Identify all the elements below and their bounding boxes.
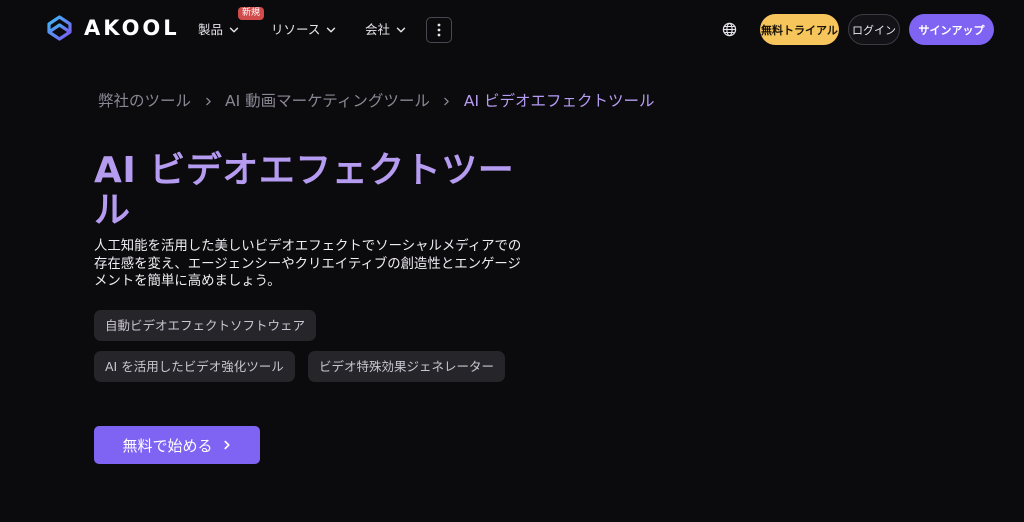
nav-item-label: 製品 xyxy=(198,22,224,37)
login-button[interactable]: ログイン xyxy=(848,14,900,45)
breadcrumb: 弊社のツール AI 動画マーケティングツール AI ビデオエフェクトツール xyxy=(98,90,655,112)
breadcrumb-separator xyxy=(191,97,225,106)
chevron-down-icon xyxy=(396,27,406,33)
akool-logo-icon xyxy=(47,15,72,41)
nav-item-resources[interactable]: リソース xyxy=(271,19,336,41)
brand-logo[interactable]: AKOOL xyxy=(44,15,180,41)
feature-tag: 自動ビデオエフェクトソフトウェア xyxy=(94,310,317,341)
nav-item-label: リソース xyxy=(271,22,321,37)
more-menu-button[interactable] xyxy=(426,17,452,43)
top-header: AKOOL 製品 リソース 会社 新規 無料トライアル ログイン サインアップ xyxy=(0,0,1024,58)
chevron-down-icon xyxy=(327,27,336,33)
start-free-label: 無料で始める xyxy=(122,436,213,455)
start-free-button[interactable]: 無料で始める xyxy=(94,426,260,464)
nav-item-products[interactable]: 製品 xyxy=(198,19,239,41)
new-badge: 新規 xyxy=(238,7,265,20)
free-trial-button[interactable]: 無料トライアル xyxy=(760,14,839,45)
breadcrumb-item-video-marketing[interactable]: AI 動画マーケティングツール xyxy=(225,90,430,112)
hero-description: 人工知能を活用した美しいビデオエフェクトでソーシャルメディアでの存在感を変え、エ… xyxy=(94,239,522,289)
breadcrumb-separator xyxy=(430,97,464,106)
nav-item-company[interactable]: 会社 xyxy=(365,19,406,41)
feature-tag: AI を活用したビデオ強化ツール xyxy=(94,351,295,382)
brand-name: AKOOL xyxy=(84,16,180,40)
globe-icon[interactable] xyxy=(722,22,737,37)
chevron-right-icon xyxy=(205,97,211,105)
signup-button[interactable]: サインアップ xyxy=(909,14,994,45)
chevron-right-icon xyxy=(444,97,450,105)
page-title: AI ビデオエフェクトツール xyxy=(94,150,515,231)
chevron-down-icon xyxy=(229,27,239,33)
feature-tag: ビデオ特殊効果ジェネレーター xyxy=(308,351,506,382)
nav-item-label: 会社 xyxy=(365,22,391,37)
breadcrumb-item-current: AI ビデオエフェクトツール xyxy=(463,92,655,110)
breadcrumb-item-tools[interactable]: 弊社のツール xyxy=(98,90,191,112)
more-vertical-icon xyxy=(437,23,441,37)
page: AKOOL 製品 リソース 会社 新規 無料トライアル ログイン サインアップ … xyxy=(0,0,1024,522)
chevron-right-icon xyxy=(223,440,230,450)
